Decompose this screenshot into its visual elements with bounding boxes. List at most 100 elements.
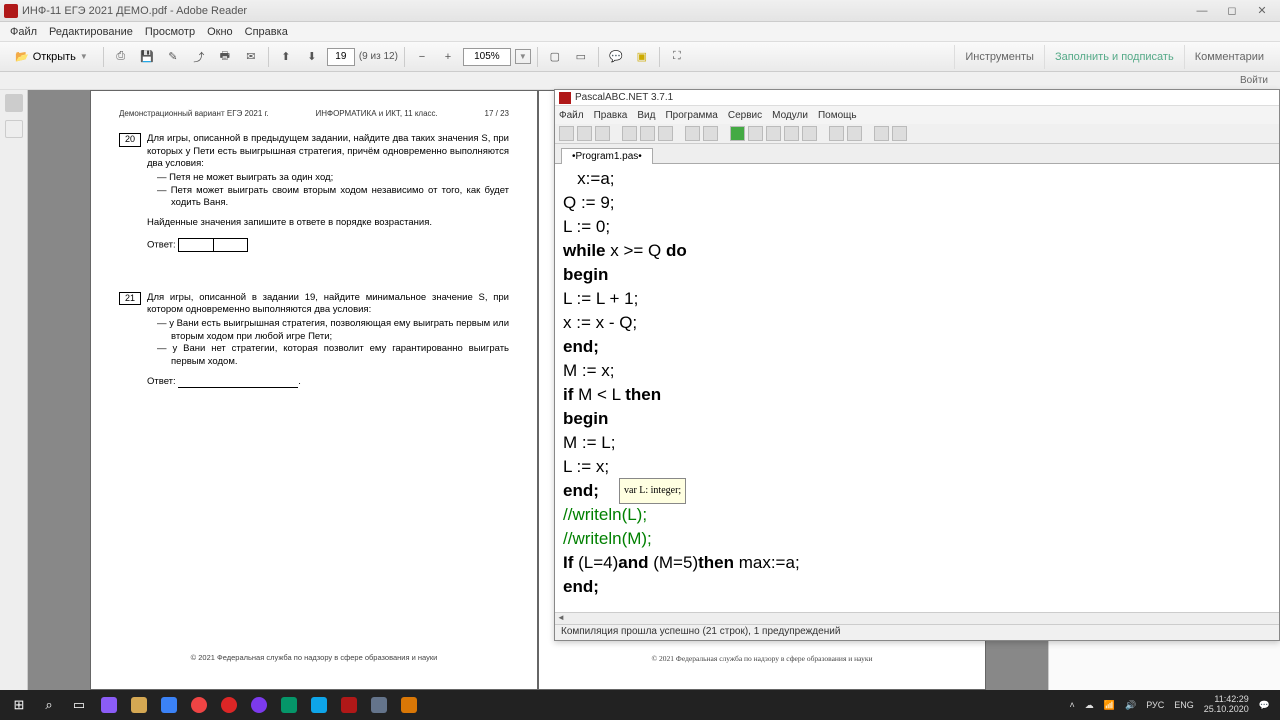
login-link[interactable]: Войти bbox=[1240, 75, 1268, 86]
ide-menu-modules[interactable]: Модули bbox=[772, 110, 808, 121]
start-button[interactable]: ⊞ bbox=[4, 691, 34, 719]
tray-notifications-icon[interactable]: 💬 bbox=[1259, 700, 1270, 711]
answer-line bbox=[178, 387, 298, 388]
ide-code-editor[interactable]: x:=a; Q := 9; L := 0; while x >= Q do be… bbox=[555, 164, 1279, 612]
ide-tb-icon[interactable] bbox=[766, 126, 781, 141]
ide-tb-icon[interactable] bbox=[829, 126, 844, 141]
task21-li1: у Вани есть выигрышная стратегия, позвол… bbox=[171, 318, 509, 343]
tray-lang2[interactable]: ENG bbox=[1174, 700, 1194, 710]
menu-window[interactable]: Окно bbox=[201, 24, 239, 40]
task21-li2: у Вани нет стратегии, которая позволит е… bbox=[171, 343, 509, 368]
convert-icon[interactable]: ⎙ bbox=[110, 46, 132, 68]
comment-icon[interactable]: 💬 bbox=[605, 46, 627, 68]
page-up-icon[interactable]: ⬆ bbox=[275, 46, 297, 68]
task20-li1: Петя не может выиграть за один ход; bbox=[171, 172, 509, 184]
ide-copy-icon[interactable] bbox=[640, 126, 655, 141]
ide-cut-icon[interactable] bbox=[622, 126, 637, 141]
search-icon[interactable]: ⌕ bbox=[34, 691, 64, 719]
fit-width-icon[interactable]: ▭ bbox=[570, 46, 592, 68]
ide-open-icon[interactable] bbox=[577, 126, 592, 141]
ide-toolbar bbox=[555, 124, 1279, 144]
minimize-button[interactable]: — bbox=[1188, 2, 1216, 20]
fullscreen-icon[interactable]: ⛶ bbox=[666, 46, 688, 68]
ide-tb-icon[interactable] bbox=[784, 126, 799, 141]
ide-redo-icon[interactable] bbox=[703, 126, 718, 141]
ide-hscrollbar[interactable] bbox=[555, 612, 1279, 624]
ide-tb-icon[interactable] bbox=[847, 126, 862, 141]
ide-run-icon[interactable] bbox=[730, 126, 745, 141]
mail-icon[interactable]: ✉ bbox=[240, 46, 262, 68]
highlight-icon[interactable]: ▣ bbox=[631, 46, 653, 68]
ide-menu-edit[interactable]: Правка bbox=[594, 110, 628, 121]
close-button[interactable]: ✕ bbox=[1248, 2, 1276, 20]
fit-page-icon[interactable]: ▢ bbox=[544, 46, 566, 68]
open-button[interactable]: 📂 Открыть ▼ bbox=[6, 47, 97, 66]
tray-wifi-icon[interactable]: 📶 bbox=[1104, 700, 1115, 711]
page-footer: © 2021 Федеральная служба по надзору в с… bbox=[539, 654, 985, 663]
hdr-mid: ИНФОРМАТИКА и ИКТ, 11 класс. bbox=[315, 109, 437, 119]
taskbar-app[interactable] bbox=[334, 691, 364, 719]
menu-edit[interactable]: Редактирование bbox=[43, 24, 139, 40]
menu-help[interactable]: Справка bbox=[239, 24, 294, 40]
export-icon[interactable]: ⤴ bbox=[188, 46, 210, 68]
attachments-icon[interactable] bbox=[5, 120, 23, 138]
edit-icon[interactable]: ✎ bbox=[162, 46, 184, 68]
ide-new-icon[interactable] bbox=[559, 126, 574, 141]
caret-down-icon: ▼ bbox=[80, 52, 88, 61]
maximize-button[interactable]: ◻ bbox=[1218, 2, 1246, 20]
tray-volume-icon[interactable]: 🔊 bbox=[1125, 700, 1136, 711]
task20-li2: Петя может выиграть своим вторым ходом н… bbox=[171, 185, 509, 210]
taskbar-app[interactable] bbox=[94, 691, 124, 719]
ide-menu-file[interactable]: Файл bbox=[559, 110, 584, 121]
ide-tb-icon[interactable] bbox=[802, 126, 817, 141]
ide-title: PascalABC.NET 3.7.1 bbox=[575, 92, 673, 103]
ide-menu-view[interactable]: Вид bbox=[637, 110, 655, 121]
ide-menu-program[interactable]: Программа bbox=[665, 110, 717, 121]
menu-file[interactable]: Файл bbox=[4, 24, 43, 40]
taskbar-app[interactable] bbox=[214, 691, 244, 719]
ide-titlebar[interactable]: PascalABC.NET 3.7.1 bbox=[555, 90, 1279, 106]
ide-paste-icon[interactable] bbox=[658, 126, 673, 141]
comments-panel-button[interactable]: Комментарии bbox=[1184, 45, 1274, 69]
taskbar-app[interactable] bbox=[154, 691, 184, 719]
pascalabc-window: PascalABC.NET 3.7.1 Файл Правка Вид Прог… bbox=[554, 89, 1280, 641]
tools-panel-button[interactable]: Инструменты bbox=[954, 45, 1044, 69]
zoom-in-icon[interactable]: + bbox=[437, 46, 459, 68]
save-icon[interactable]: 💾 bbox=[136, 46, 158, 68]
zoom-input[interactable] bbox=[463, 48, 511, 66]
tray-lang1[interactable]: РУС bbox=[1146, 700, 1164, 710]
taskbar-app[interactable] bbox=[184, 691, 214, 719]
taskbar-app[interactable] bbox=[394, 691, 424, 719]
zoom-out-icon[interactable]: − bbox=[411, 46, 433, 68]
ide-menu-help[interactable]: Помощь bbox=[818, 110, 857, 121]
taskbar-app[interactable] bbox=[274, 691, 304, 719]
ide-tb-icon[interactable] bbox=[874, 126, 889, 141]
ide-menu-service[interactable]: Сервис bbox=[728, 110, 762, 121]
sign-panel-button[interactable]: Заполнить и подписать bbox=[1044, 45, 1184, 69]
taskview-icon[interactable]: ▭ bbox=[64, 691, 94, 719]
taskbar-app[interactable] bbox=[244, 691, 274, 719]
caret-down-icon[interactable]: ▼ bbox=[515, 49, 531, 64]
taskbar-app[interactable] bbox=[364, 691, 394, 719]
ide-statusbar: Компиляция прошла успешно (21 строк), 1 … bbox=[555, 624, 1279, 640]
ide-tabbar: •Program1.pas• bbox=[555, 144, 1279, 164]
tray-clock[interactable]: 11:42:29 25.10.2020 bbox=[1204, 695, 1249, 715]
tray-chevron-icon[interactable]: ˄ bbox=[1069, 700, 1074, 710]
ide-tb-icon[interactable] bbox=[892, 126, 907, 141]
ide-undo-icon[interactable] bbox=[685, 126, 700, 141]
task20-text: Для игры, описанной в предыдущем задании… bbox=[147, 133, 509, 170]
ide-tab-program1[interactable]: •Program1.pas• bbox=[561, 148, 653, 164]
tray-cloud-icon[interactable]: ☁ bbox=[1085, 700, 1094, 711]
taskbar-app[interactable] bbox=[124, 691, 154, 719]
taskbar-app[interactable] bbox=[304, 691, 334, 719]
print-icon[interactable]: 🖶 bbox=[214, 46, 236, 68]
menu-view[interactable]: Просмотр bbox=[139, 24, 201, 40]
ide-save-icon[interactable] bbox=[595, 126, 610, 141]
thumbnails-icon[interactable] bbox=[5, 94, 23, 112]
pdf-page-left: Демонстрационный вариант ЕГЭ 2021 г. ИНФ… bbox=[90, 90, 538, 690]
page-number-input[interactable] bbox=[327, 48, 355, 66]
window-title: ИНФ-11 ЕГЭ 2021 ДЕМО.pdf - Adobe Reader bbox=[22, 5, 1188, 17]
page-down-icon[interactable]: ⬇ bbox=[301, 46, 323, 68]
ide-tb-icon[interactable] bbox=[748, 126, 763, 141]
answer-label: Ответ: bbox=[147, 239, 176, 250]
